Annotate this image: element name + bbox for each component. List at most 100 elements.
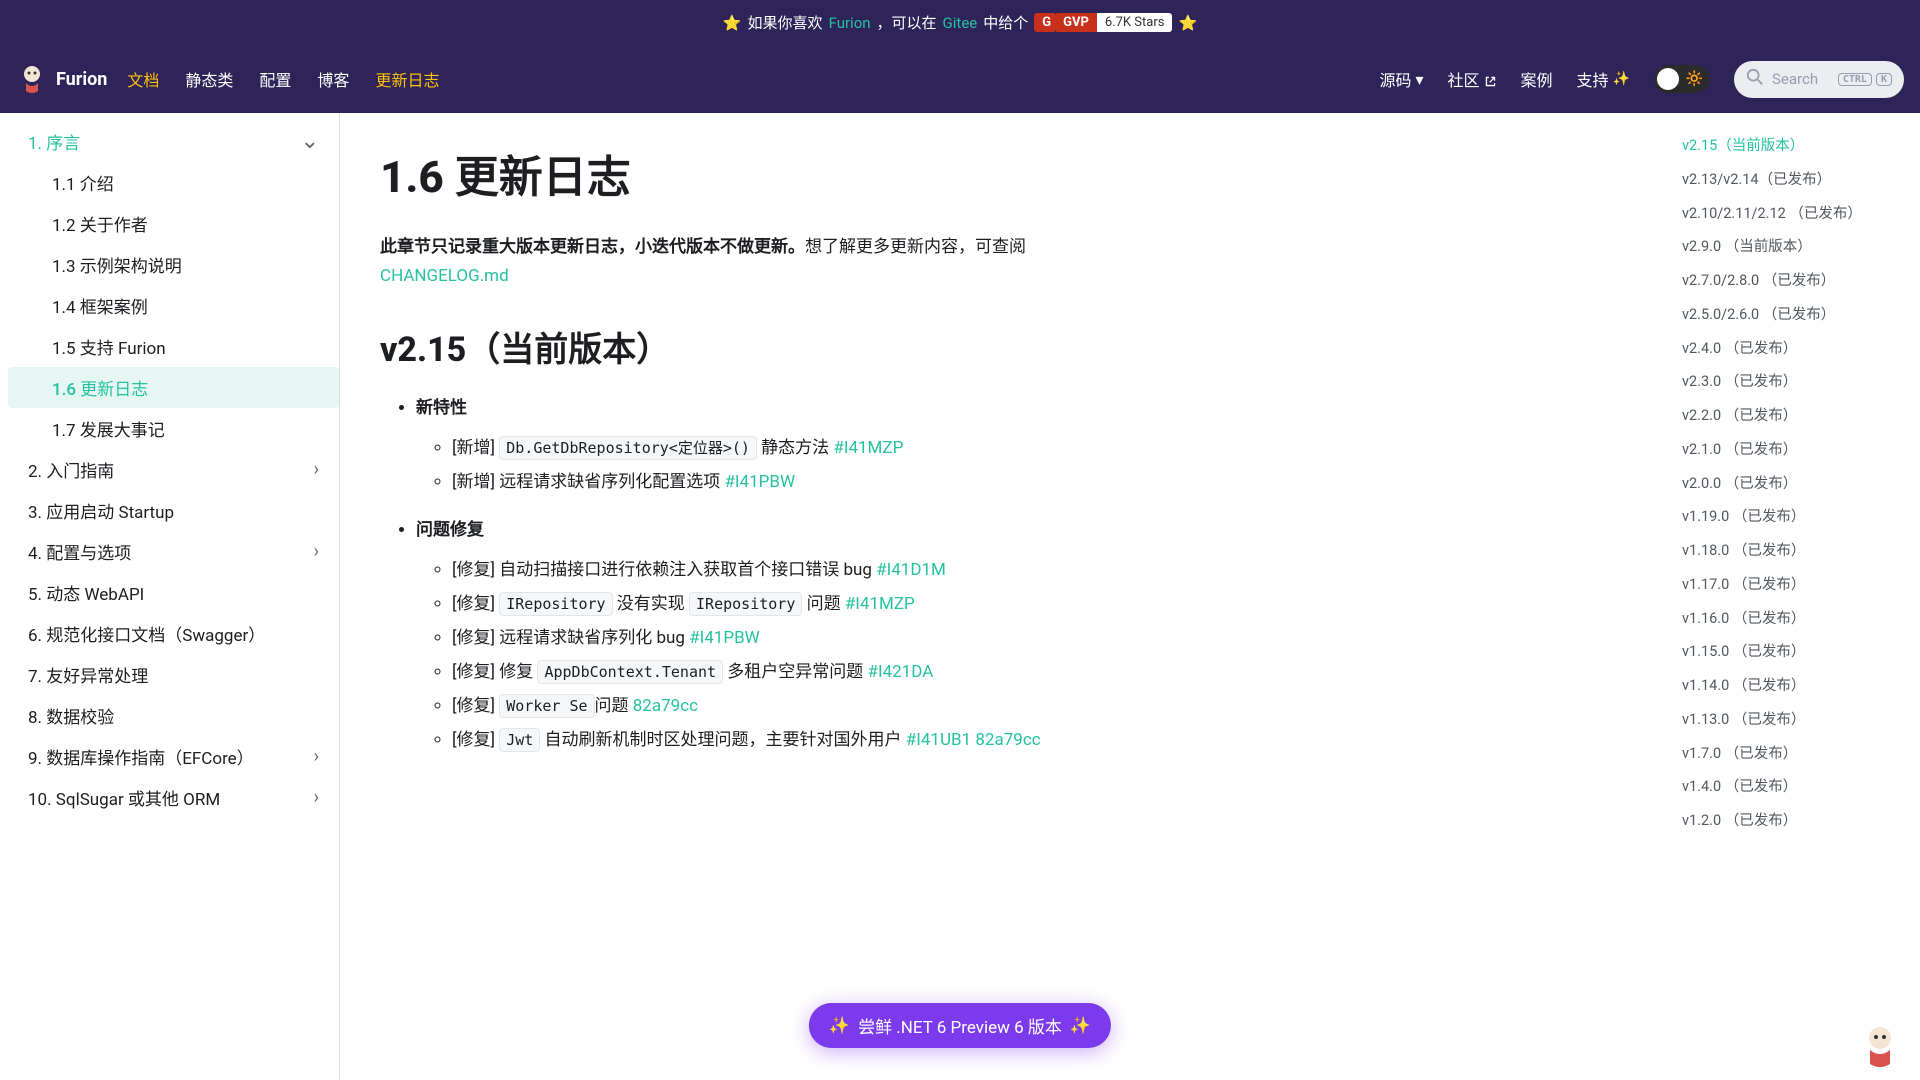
bug-fixes-label: 问题修复 <box>416 520 484 540</box>
key-k: K <box>1876 73 1892 86</box>
theme-toggle[interactable]: 🔆 <box>1654 65 1710 93</box>
sidebar-item-label: 5. 动态 WebAPI <box>28 580 144 605</box>
fix-item: [修复] 自动扫描接口进行依赖注入获取首个接口错误 bug #I41D1M <box>452 553 1630 587</box>
toc-item[interactable]: v1.13.0 （已发布） <box>1682 703 1910 737</box>
issue-link[interactable]: #I41D1M <box>876 560 946 580</box>
nav-right: 源码 ▾ 社区 案例 支持 ✨ 🔆 Search CTRL K <box>1379 61 1904 98</box>
toc-item[interactable]: v1.16.0 （已发布） <box>1682 602 1910 636</box>
brand-text: Furion <box>56 69 107 90</box>
toc-item[interactable]: v2.13/v2.14（已发布） <box>1682 163 1910 197</box>
changelog-list: 新特性 [新增] Db.GetDbRepository<定位器>() 静态方法 … <box>380 391 1630 757</box>
nav-support-link[interactable]: 支持 ✨ <box>1577 67 1630 91</box>
sparkle-icon: ✨ <box>829 1016 850 1036</box>
commit-link[interactable]: 82a79cc <box>633 696 698 716</box>
toc-item[interactable]: v2.1.0 （已发布） <box>1682 433 1910 467</box>
toc-item[interactable]: v1.2.0 （已发布） <box>1682 804 1910 838</box>
chevron-icon: › <box>314 787 319 808</box>
gvp-label: GVP <box>1055 13 1097 32</box>
nav-source-dropdown[interactable]: 源码 ▾ <box>1379 67 1423 91</box>
toc-item[interactable]: v2.9.0 （当前版本） <box>1682 230 1910 264</box>
sidebar-subitem[interactable]: 1.5 支持 Furion <box>8 326 339 367</box>
issue-link[interactable]: #I41PBW <box>724 472 795 492</box>
toc-item[interactable]: v2.5.0/2.6.0 （已发布） <box>1682 298 1910 332</box>
inline-code: AppDbContext.Tenant <box>537 660 723 684</box>
sidebar-item[interactable]: 9. 数据库操作指南（EFCore）› <box>8 736 339 777</box>
sidebar-item[interactable]: 7. 友好异常处理 <box>8 654 339 695</box>
sidebar-item[interactable]: 10. SqlSugar 或其他 ORM› <box>8 777 339 818</box>
toc-item[interactable]: v2.2.0 （已发布） <box>1682 399 1910 433</box>
sidebar-item-label: 6. 规范化接口文档（Swagger） <box>28 621 265 646</box>
sidebar-item[interactable]: 1. 序言⌄ <box>8 121 339 162</box>
star-icon: ⭐ <box>723 14 742 32</box>
toc-item[interactable]: v2.15（当前版本） <box>1682 129 1910 163</box>
sidebar-subitem[interactable]: 1.1 介绍 <box>8 162 339 203</box>
sidebar-item[interactable]: 3. 应用启动 Startup <box>8 490 339 531</box>
top-banner: ⭐ 如果你喜欢 Furion ，可以在 Gitee 中给个 G GVP 6.7K… <box>0 0 1920 45</box>
commit-link[interactable]: 82a79cc <box>975 730 1040 750</box>
toc-item[interactable]: v1.7.0 （已发布） <box>1682 737 1910 771</box>
sidebar-subitem[interactable]: 1.4 框架案例 <box>8 285 339 326</box>
toc-item[interactable]: v2.0.0 （已发布） <box>1682 467 1910 501</box>
toggle-knob <box>1657 68 1679 90</box>
key-ctrl: CTRL <box>1838 73 1872 86</box>
nav-community-link[interactable]: 社区 <box>1448 67 1497 91</box>
sidebar-subitem[interactable]: 1.3 示例架构说明 <box>8 244 339 285</box>
inline-code: IRepository <box>689 592 802 616</box>
new-features-label: 新特性 <box>416 398 467 418</box>
toc-item[interactable]: v1.4.0 （已发布） <box>1682 770 1910 804</box>
list-item: 问题修复 [修复] 自动扫描接口进行依赖注入获取首个接口错误 bug #I41D… <box>416 513 1630 757</box>
issue-link[interactable]: #I41UB1 <box>906 730 971 750</box>
banner-text-mid: ，可以在 <box>877 12 937 33</box>
search-button[interactable]: Search CTRL K <box>1734 61 1904 98</box>
sidebar-item[interactable]: 4. 配置与选项› <box>8 531 339 572</box>
gvp-g-icon: G <box>1034 13 1055 32</box>
issue-link[interactable]: #I41MZP <box>833 438 903 458</box>
changelog-link[interactable]: CHANGELOG.md <box>380 266 509 286</box>
sidebar-subitem[interactable]: 1.7 发展大事记 <box>8 408 339 449</box>
sidebar-item[interactable]: 2. 入门指南› <box>8 449 339 490</box>
toc-item[interactable]: v1.18.0 （已发布） <box>1682 534 1910 568</box>
main-content[interactable]: 1.6 更新日志 此章节只记录重大版本更新日志，小迭代版本不做更新。想了解更多更… <box>340 113 1670 1080</box>
toc-item[interactable]: v2.7.0/2.8.0 （已发布） <box>1682 264 1910 298</box>
search-icon <box>1746 68 1764 91</box>
nav-link-static[interactable]: 静态类 <box>185 67 233 91</box>
toc-item[interactable]: v2.3.0 （已发布） <box>1682 365 1910 399</box>
toc[interactable]: v2.15（当前版本）v2.13/v2.14（已发布）v2.10/2.11/2.… <box>1670 113 1920 1080</box>
issue-link[interactable]: #I41MZP <box>845 594 915 614</box>
section-heading: v2.15（当前版本） <box>380 322 1630 371</box>
banner-furion-link[interactable]: Furion <box>829 14 871 32</box>
sidebar-item-label: 9. 数据库操作指南（EFCore） <box>28 744 254 769</box>
sidebar-item[interactable]: 6. 规范化接口文档（Swagger） <box>8 613 339 654</box>
sidebar-subitem[interactable]: 1.6 更新日志 <box>8 367 339 408</box>
navbar: Furion 文档 静态类 配置 博客 更新日志 源码 ▾ 社区 案例 支持 ✨… <box>0 45 1920 113</box>
nav-cases-link[interactable]: 案例 <box>1521 67 1553 91</box>
fix-item: [修复] Worker Se问题 82a79cc <box>452 689 1630 723</box>
issue-link[interactable]: #I421DA <box>867 662 933 682</box>
sidebar-item[interactable]: 8. 数据校验 <box>8 695 339 736</box>
toc-item[interactable]: v1.17.0 （已发布） <box>1682 568 1910 602</box>
sidebar-subitem[interactable]: 1.2 关于作者 <box>8 203 339 244</box>
pill-text: 尝鲜 .NET 6 Preview 6 版本 <box>858 1013 1062 1038</box>
nav-link-config[interactable]: 配置 <box>259 67 291 91</box>
fix-item: [修复] 修复 AppDbContext.Tenant 多租户空异常问题 #I4… <box>452 655 1630 689</box>
nav-link-changelog[interactable]: 更新日志 <box>375 67 439 91</box>
brand-wrap[interactable]: Furion <box>16 63 107 95</box>
toc-item[interactable]: v2.4.0 （已发布） <box>1682 332 1910 366</box>
chevron-icon: › <box>314 541 319 562</box>
promo-pill[interactable]: ✨ 尝鲜 .NET 6 Preview 6 版本 ✨ <box>809 1003 1111 1048</box>
toc-item[interactable]: v1.15.0 （已发布） <box>1682 635 1910 669</box>
sidebar[interactable]: 1. 序言⌄1.1 介绍1.2 关于作者1.3 示例架构说明1.4 框架案例1.… <box>0 113 340 1080</box>
inline-code: Jwt <box>499 728 540 752</box>
toc-item[interactable]: v1.19.0 （已发布） <box>1682 500 1910 534</box>
banner-gitee-link[interactable]: Gitee <box>943 14 978 32</box>
issue-link[interactable]: #I41PBW <box>689 628 760 648</box>
chevron-down-icon: ▾ <box>1415 70 1423 89</box>
sidebar-item[interactable]: 5. 动态 WebAPI <box>8 572 339 613</box>
toc-item[interactable]: v2.10/2.11/2.12 （已发布） <box>1682 197 1910 231</box>
toc-item[interactable]: v1.14.0 （已发布） <box>1682 669 1910 703</box>
gvp-badge[interactable]: G GVP 6.7K Stars <box>1034 13 1172 32</box>
nav-link-blog[interactable]: 博客 <box>317 67 349 91</box>
nav-link-docs[interactable]: 文档 <box>127 67 159 91</box>
mascot-button[interactable] <box>1856 1022 1904 1070</box>
layout: 1. 序言⌄1.1 介绍1.2 关于作者1.3 示例架构说明1.4 框架案例1.… <box>0 113 1920 1080</box>
